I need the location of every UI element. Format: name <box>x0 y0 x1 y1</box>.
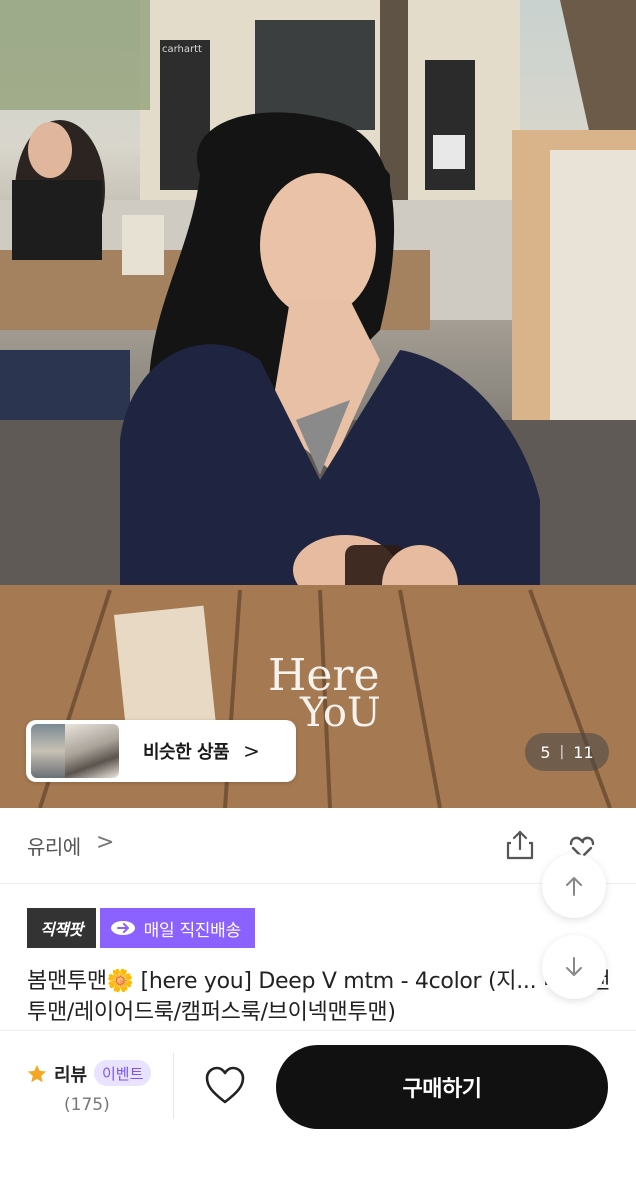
scroll-up-button[interactable] <box>542 854 606 918</box>
share-icon[interactable] <box>503 828 537 862</box>
direct-jackpot-badge: 직잭팟 <box>27 908 96 948</box>
similar-thumbnails <box>31 724 119 778</box>
daily-shipping-label: 매일 직진배송 <box>143 920 241 941</box>
product-page: carhartt Here YoU 비슷한 상품 > 5 | 11 유리에 > … <box>0 0 636 1200</box>
storefront-sign: carhartt <box>162 44 202 55</box>
similar-products-label: 비슷한 상품 <box>143 742 230 763</box>
similar-products-button[interactable]: 비슷한 상품 > <box>26 720 296 782</box>
review-summary[interactable]: 리뷰 이벤트 (175) <box>26 1059 166 1129</box>
divider <box>173 1053 174 1119</box>
badge-row: 직잭팟 매일 직진배송 <box>27 908 255 948</box>
chevron-right-icon: > <box>243 739 260 763</box>
store-name-link[interactable]: 유리에 <box>27 831 81 860</box>
arrow-down-icon <box>566 957 582 976</box>
buy-button[interactable]: 구매하기 <box>276 1045 608 1129</box>
arrow-up-icon <box>566 877 582 896</box>
truck-icon <box>110 921 135 935</box>
daily-shipping-badge: 매일 직진배송 <box>99 908 255 948</box>
product-title: 봄맨투맨🌼 [here you] Deep V mtm - 4color (지.… <box>27 969 610 1025</box>
image-counter: 5 | 11 <box>525 733 609 771</box>
star-icon <box>27 1064 47 1083</box>
chevron-right-icon: > <box>96 830 115 855</box>
review-label: 리뷰 <box>54 1065 88 1086</box>
scroll-down-button[interactable] <box>542 935 606 999</box>
bottom-action-bar: 리뷰 이벤트 (175) 구매하기 <box>0 1030 636 1200</box>
store-row: 유리에 > <box>0 808 636 884</box>
similar-thumbnail <box>31 724 65 778</box>
event-badge: 이벤트 <box>94 1060 152 1086</box>
image-counter-total: 11 <box>573 742 594 762</box>
similar-thumbnail <box>65 724 119 778</box>
product-image[interactable]: carhartt Here YoU 비슷한 상품 > 5 | 11 <box>0 0 636 808</box>
product-photo: carhartt Here YoU <box>0 0 636 808</box>
image-counter-current: 5 <box>540 742 551 762</box>
counter-separator: | <box>559 744 565 760</box>
heart-icon[interactable] <box>204 1066 246 1106</box>
review-count: (175) <box>64 1095 110 1115</box>
watermark-line2: YoU <box>299 690 381 736</box>
